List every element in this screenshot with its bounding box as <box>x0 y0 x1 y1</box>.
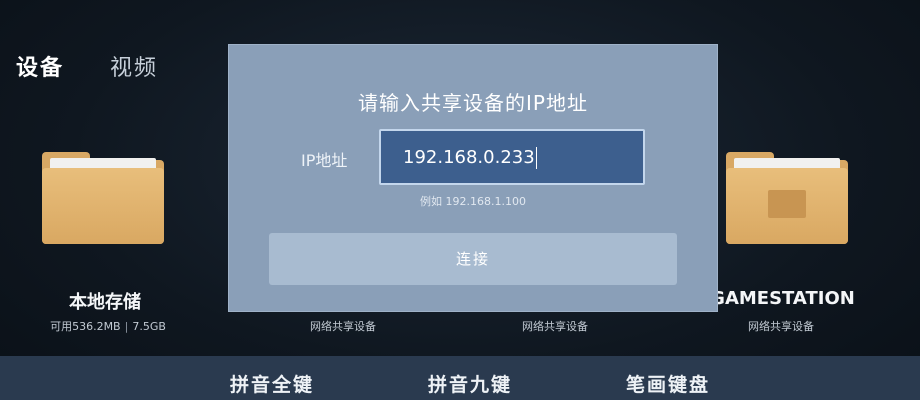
tab-devices[interactable]: 设备 <box>16 50 64 82</box>
device-gamestation-name: GAMESTATION <box>710 288 855 309</box>
connect-button[interactable]: 连接 <box>269 233 677 285</box>
ip-address-dialog: 请输入共享设备的IP地址 IP地址 192.168.0.233 例如 192.1… <box>228 44 718 312</box>
ip-address-input[interactable]: 192.168.0.233 <box>379 129 645 185</box>
folder-icon[interactable] <box>726 152 848 244</box>
keyboard-mode-bar: 拼音全键 拼音九键 笔画键盘 <box>0 356 920 400</box>
ip-value: 192.168.0.233 <box>403 147 535 168</box>
ip-example-hint: 例如 192.168.1.100 <box>420 195 526 208</box>
top-tabs: 设备 视频 <box>16 50 158 82</box>
device-network-share-subtitle: 网络共享设备 <box>522 320 588 333</box>
storage-available: 可用536.2MB <box>50 320 121 333</box>
folder-icon[interactable] <box>42 152 164 244</box>
text-cursor <box>535 147 537 169</box>
device-local-storage-capacity: 可用536.2MB | 7.5GB <box>38 318 178 334</box>
separator: | <box>124 320 129 333</box>
device-network-share-subtitle: 网络共享设备 <box>310 320 376 333</box>
storage-total: 7.5GB <box>132 320 166 333</box>
device-network-share-subtitle: 网络共享设备 <box>748 320 814 333</box>
keyboard-stroke[interactable]: 笔画键盘 <box>626 370 710 397</box>
dialog-title: 请输入共享设备的IP地址 <box>358 91 588 115</box>
keyboard-pinyin-nine[interactable]: 拼音九键 <box>428 370 512 397</box>
device-local-storage-name: 本地存储 <box>69 292 141 313</box>
tab-video[interactable]: 视频 <box>110 50 158 82</box>
keyboard-pinyin-full[interactable]: 拼音全键 <box>230 370 314 397</box>
ip-label: IP地址 <box>301 151 348 170</box>
